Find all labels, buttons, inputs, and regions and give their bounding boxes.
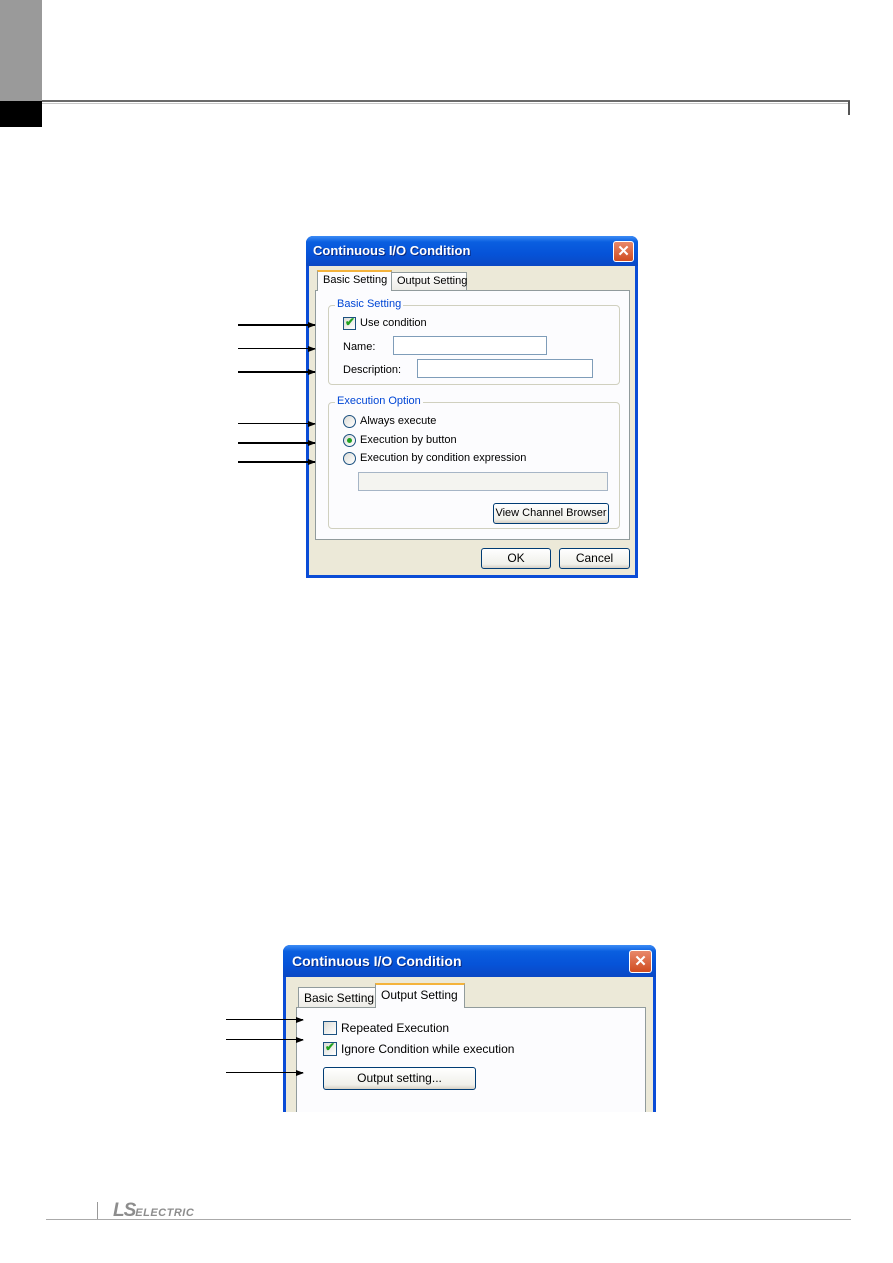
logo-mark: LS: [113, 1200, 136, 1221]
repeated-execution-checkbox[interactable]: [323, 1021, 337, 1035]
callout-arrow-ignore-condition: [226, 1039, 303, 1040]
cancel-button[interactable]: Cancel: [559, 548, 630, 569]
header-rule-secondary: [42, 103, 850, 104]
name-input[interactable]: [393, 336, 547, 355]
use-condition-checkbox[interactable]: ✔: [343, 315, 356, 330]
header-rule: [42, 100, 850, 102]
ok-button[interactable]: OK: [481, 548, 551, 569]
dialog-client-area: Basic Setting Output Setting Repeated Ex…: [286, 977, 653, 1112]
use-condition-label: Use condition: [360, 317, 427, 329]
dialog-client-area: Basic Setting Output Setting Basic Setti…: [309, 266, 635, 575]
close-icon: ✕: [634, 953, 647, 970]
basic-setting-legend: Basic Setting: [335, 298, 404, 310]
callout-arrow-repeated-execution: [226, 1019, 303, 1020]
tab-basic-setting[interactable]: Basic Setting: [317, 270, 392, 291]
repeated-execution-label: Repeated Execution: [341, 1021, 450, 1035]
always-execute-radio[interactable]: [343, 415, 356, 428]
checkmark-icon: ✔: [325, 1040, 336, 1054]
title-bar[interactable]: Continuous I/O Condition ✕: [306, 236, 638, 266]
ignore-condition-checkbox[interactable]: ✔: [323, 1040, 337, 1056]
close-icon: ✕: [617, 243, 630, 260]
description-input[interactable]: [417, 359, 593, 378]
dialog-title: Continuous I/O Condition: [313, 243, 471, 258]
view-channel-browser-button[interactable]: View Channel Browser: [493, 503, 609, 524]
description-label: Description:: [343, 364, 402, 376]
logo-text: ELECTRIC: [135, 1207, 195, 1219]
execution-by-button-label: Execution by button: [360, 434, 457, 446]
callout-arrow-execution-by-expression: [238, 461, 315, 463]
callout-arrow-always-execute: [238, 423, 315, 424]
execution-option-group: Execution Option Always execute Executio…: [328, 395, 620, 529]
execution-by-condition-expression-label: Execution by condition expression: [360, 452, 527, 464]
header-side-tab: [0, 0, 42, 101]
tab-output-setting[interactable]: Output Setting: [391, 272, 467, 291]
title-bar[interactable]: Continuous I/O Condition ✕: [283, 945, 656, 977]
header-rule-end-tick: [848, 101, 850, 115]
callout-arrow-use-condition: [238, 324, 315, 326]
continuous-io-condition-dialog-basic: Continuous I/O Condition ✕ Basic Setting…: [306, 236, 638, 578]
output-setting-button[interactable]: Output setting...: [323, 1067, 476, 1090]
radio-selected-dot: [347, 438, 352, 443]
callout-arrow-execution-by-button: [238, 442, 315, 444]
callout-arrow-description: [238, 371, 315, 373]
continuous-io-condition-dialog-output: Continuous I/O Condition ✕ Basic Setting…: [283, 945, 656, 1112]
header-side-tab-black: [0, 101, 42, 127]
tab-panel-basic-setting: Basic Setting ✔ Use condition Name: Desc…: [315, 290, 630, 540]
callout-arrow-name: [238, 348, 315, 349]
callout-arrow-output-setting: [226, 1072, 303, 1073]
tab-basic-setting[interactable]: Basic Setting: [298, 987, 376, 1008]
footer-divider: [97, 1202, 98, 1220]
tab-output-setting[interactable]: Output Setting: [375, 983, 465, 1008]
execution-by-condition-expression-radio[interactable]: [343, 452, 356, 465]
execution-option-legend: Execution Option: [335, 395, 423, 407]
close-button[interactable]: ✕: [613, 241, 634, 262]
tab-panel-output-setting: Repeated Execution ✔ Ignore Condition wh…: [296, 1007, 646, 1112]
execution-by-button-radio[interactable]: [343, 434, 356, 447]
close-button[interactable]: ✕: [629, 950, 652, 973]
name-label: Name:: [343, 341, 376, 353]
basic-setting-group: Basic Setting ✔ Use condition Name: Desc…: [328, 298, 620, 385]
ignore-condition-label: Ignore Condition while execution: [341, 1042, 515, 1056]
dialog-title: Continuous I/O Condition: [292, 953, 462, 969]
condition-expression-input[interactable]: [358, 472, 608, 491]
always-execute-label: Always execute: [360, 415, 437, 427]
checkmark-icon: ✔: [345, 315, 356, 329]
footer-rule: [46, 1219, 851, 1220]
